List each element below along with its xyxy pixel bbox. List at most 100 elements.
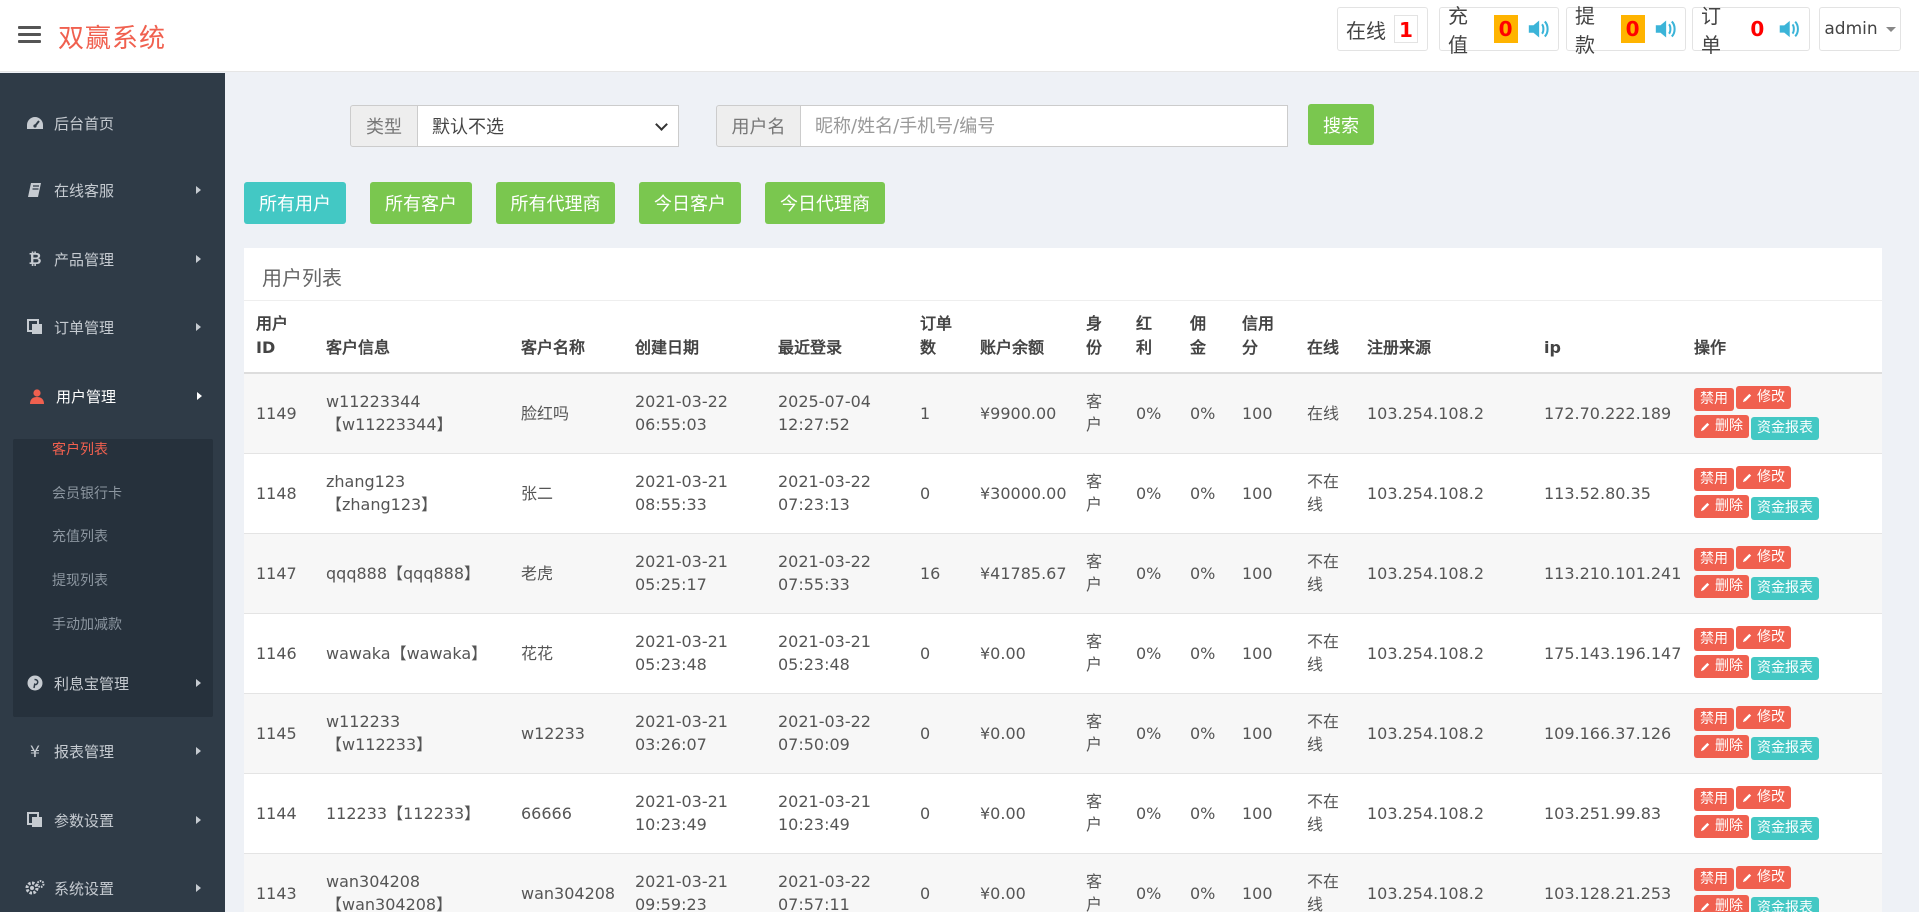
col-header-source[interactable]: 注册来源: [1355, 301, 1532, 374]
col-header-orders[interactable]: 订单数: [908, 301, 968, 374]
today-agents-button[interactable]: 今日代理商: [765, 182, 885, 224]
ban-button[interactable]: 禁用: [1694, 868, 1734, 892]
sidebar-subitem-withdraw-list[interactable]: 提现列表: [52, 570, 108, 590]
cell-orders: 16: [908, 532, 968, 613]
copy-icon: [24, 809, 46, 831]
fund-report-button[interactable]: 资金报表: [1751, 417, 1819, 441]
edit-button[interactable]: 修改: [1736, 866, 1791, 890]
cell-bonus: 0%: [1124, 452, 1178, 533]
speaker-icon[interactable]: [1653, 16, 1677, 42]
today-customers-button[interactable]: 今日客户: [639, 182, 741, 224]
col-header-balance[interactable]: 账户余额: [968, 301, 1074, 374]
cell-id: 1143: [244, 852, 314, 912]
cell-source: 103.254.108.2: [1355, 612, 1532, 693]
sidebar-item-service[interactable]: 在线客服: [0, 165, 225, 215]
ban-button[interactable]: 禁用: [1694, 468, 1734, 491]
col-header-role[interactable]: 身份: [1074, 301, 1124, 374]
sidebar-item-params[interactable]: 参数设置: [0, 795, 225, 845]
speaker-icon[interactable]: [1526, 16, 1550, 42]
sidebar-item-products[interactable]: ₿ 产品管理: [0, 234, 225, 284]
col-header-login[interactable]: 最近登录: [766, 301, 908, 374]
col-header-bonus[interactable]: 红利: [1124, 301, 1178, 374]
delete-button[interactable]: 删除: [1694, 575, 1749, 598]
fund-report-button[interactable]: 资金报表: [1751, 817, 1819, 840]
username-search-input[interactable]: [800, 105, 1288, 147]
edit-button[interactable]: 修改: [1736, 546, 1791, 569]
edit-button[interactable]: 修改: [1736, 386, 1791, 410]
recharge-counter[interactable]: 充值 0: [1439, 4, 1559, 57]
ban-button[interactable]: 禁用: [1694, 628, 1734, 651]
cell-id: 1149: [244, 372, 314, 453]
pencil-icon: [1742, 473, 1752, 483]
cell-online-status: 不在线: [1295, 532, 1355, 613]
col-header-created[interactable]: 创建日期: [623, 301, 766, 374]
cell-ip: 103.128.21.253: [1532, 852, 1682, 912]
type-select[interactable]: 默认不选: [417, 105, 679, 147]
all-customers-button[interactable]: 所有客户: [370, 182, 472, 224]
col-header-commission[interactable]: 佣金: [1178, 301, 1230, 374]
all-agents-button[interactable]: 所有代理商: [496, 182, 615, 224]
ban-button[interactable]: 禁用: [1694, 708, 1734, 731]
cell-balance: ¥9900.00: [968, 372, 1074, 453]
sidebar-item-dashboard[interactable]: 后台首页: [0, 98, 225, 148]
col-header-id[interactable]: 用户 ID: [244, 301, 314, 374]
user-dropdown[interactable]: admin: [1819, 7, 1901, 51]
edit-button[interactable]: 修改: [1736, 786, 1791, 809]
pencil-icon: [1742, 713, 1752, 723]
delete-button[interactable]: 删除: [1694, 815, 1749, 838]
pencil-icon: [1742, 793, 1752, 803]
edit-button[interactable]: 修改: [1736, 466, 1791, 489]
order-counter[interactable]: 订单 0: [1692, 4, 1810, 57]
chevron-right-icon: [196, 255, 201, 263]
sidebar-item-system[interactable]: 系统设置: [0, 863, 225, 912]
sidebar-item-label: 用户管理: [56, 387, 117, 406]
fund-report-button[interactable]: 资金报表: [1751, 737, 1819, 760]
sidebar-subitem-recharge-list[interactable]: 充值列表: [52, 526, 108, 546]
cell-id: 1144: [244, 772, 314, 853]
col-header-ip[interactable]: ip: [1532, 301, 1682, 374]
menu-toggle-icon[interactable]: [18, 26, 41, 44]
withdraw-counter[interactable]: 提款 0: [1566, 4, 1686, 57]
panel-title: 用户列表: [262, 266, 342, 290]
sidebar-item-orders[interactable]: 订单管理: [0, 302, 225, 352]
col-header-credit[interactable]: 信用分: [1230, 301, 1295, 374]
edit-button[interactable]: 修改: [1736, 626, 1791, 649]
sidebar-item-reports[interactable]: ¥ 报表管理: [0, 726, 225, 776]
delete-button[interactable]: 删除: [1694, 735, 1749, 758]
cell-bonus: 0%: [1124, 692, 1178, 773]
cell-last-login: 2021-03-21 10:23:49: [766, 772, 908, 853]
pencil-icon: [1700, 662, 1710, 672]
recharge-label: 充值: [1448, 4, 1468, 57]
delete-button[interactable]: 删除: [1694, 655, 1749, 678]
all-users-button[interactable]: 所有用户: [244, 182, 346, 224]
fund-report-button[interactable]: 资金报表: [1751, 657, 1819, 680]
fund-report-button[interactable]: 资金报表: [1751, 497, 1819, 520]
speaker-icon[interactable]: [1777, 16, 1801, 42]
delete-button[interactable]: 删除: [1694, 495, 1749, 518]
sidebar-subitem-bank-cards[interactable]: 会员银行卡: [52, 483, 122, 503]
delete-button[interactable]: 删除: [1694, 415, 1749, 439]
col-header-online[interactable]: 在线: [1295, 301, 1355, 374]
online-counter[interactable]: 在线 1: [1337, 7, 1428, 51]
search-button[interactable]: 搜索: [1308, 104, 1374, 145]
cell-actions: 禁用 修改 删除 资金报表: [1682, 612, 1882, 693]
pencil-icon: [1700, 903, 1710, 912]
sidebar-item-interest[interactable]: 利息宝管理: [0, 658, 225, 708]
user-icon: [26, 385, 48, 407]
cell-role: 客户: [1074, 692, 1124, 773]
ban-button[interactable]: 禁用: [1694, 388, 1734, 412]
fund-report-button[interactable]: 资金报表: [1751, 577, 1819, 600]
sidebar-item-users[interactable]: 用户管理: [13, 371, 213, 421]
sidebar-subitem-manual-adjust[interactable]: 手动加减款: [52, 614, 122, 634]
ban-button[interactable]: 禁用: [1694, 548, 1734, 571]
delete-button[interactable]: 删除: [1694, 895, 1749, 912]
cell-id: 1146: [244, 612, 314, 693]
col-header-name[interactable]: 客户名称: [509, 301, 623, 374]
edit-button[interactable]: 修改: [1736, 706, 1791, 729]
fund-report-button[interactable]: 资金报表: [1751, 897, 1819, 912]
cell-actions: 禁用 修改 删除 资金报表: [1682, 532, 1882, 613]
cell-online-status: 不在线: [1295, 452, 1355, 533]
ban-button[interactable]: 禁用: [1694, 788, 1734, 811]
sidebar-subitem-customer-list[interactable]: 客户列表: [52, 439, 108, 459]
col-header-info[interactable]: 客户信息: [314, 301, 509, 374]
